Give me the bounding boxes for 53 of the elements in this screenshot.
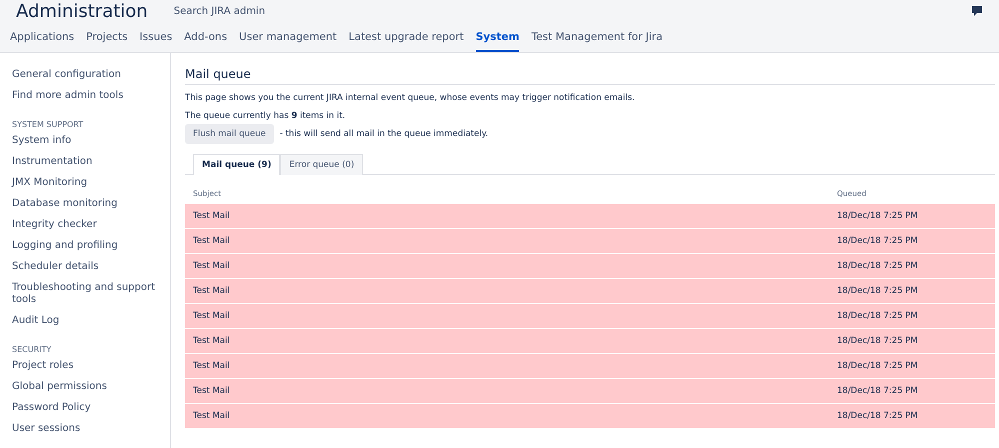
table-cell: Test Mail xyxy=(185,304,829,328)
page-title: Administration xyxy=(16,0,148,22)
nav-tab[interactable]: Projects xyxy=(86,31,128,52)
feedback-icon[interactable] xyxy=(971,5,983,17)
table-cell: Test Mail xyxy=(185,404,829,428)
table-cell: 18/Dec/18 7:25 PM xyxy=(829,204,995,228)
sidebar-link[interactable]: Database monitoring xyxy=(12,198,170,210)
sidebar-link[interactable]: Find more admin tools xyxy=(12,90,170,102)
table-cell: Test Mail xyxy=(185,228,829,254)
queue-tab[interactable]: Error queue (0) xyxy=(280,154,364,175)
nav-tab[interactable]: Issues xyxy=(140,31,172,52)
sidebar-heading: SYSTEM SUPPORT xyxy=(12,120,84,129)
table-cell: Test Mail xyxy=(185,254,829,278)
queue-count-text: The queue currently has 9 items in it. xyxy=(185,111,346,121)
table-cell: 18/Dec/18 7:25 PM xyxy=(829,254,995,278)
table-cell: Test Mail xyxy=(185,328,829,354)
sidebar-link[interactable]: Global permissions xyxy=(12,381,170,393)
sidebar-link[interactable]: System info xyxy=(12,135,170,147)
table-cell: 18/Dec/18 7:25 PM xyxy=(829,354,995,378)
nav-tab[interactable]: Test Management for Jira xyxy=(531,31,663,52)
table-cell: 18/Dec/18 7:25 PM xyxy=(829,328,995,354)
sidebar-heading: SECURITY xyxy=(12,345,52,354)
table-cell: 18/Dec/18 7:25 PM xyxy=(829,304,995,328)
sidebar-link[interactable]: Scheduler details xyxy=(12,261,170,273)
nav-tab[interactable]: Latest upgrade report xyxy=(348,31,464,52)
sidebar-link[interactable]: General configuration xyxy=(12,69,170,81)
nav-tab[interactable]: Applications xyxy=(10,31,74,52)
sidebar-link[interactable]: Instrumentation xyxy=(12,156,170,168)
description-text: This page shows you the current JIRA internal event queue, whose events may trigger notification emails. xyxy=(185,93,636,103)
sidebar-link[interactable]: Troubleshooting and support tools xyxy=(12,282,170,306)
search-field[interactable]: Search JIRA admin xyxy=(172,4,316,18)
table-cell: 18/Dec/18 7:25 PM xyxy=(829,228,995,254)
sidebar-link[interactable]: User sessions xyxy=(12,423,170,435)
sidebar-link[interactable]: Integrity checker xyxy=(12,219,170,231)
sidebar-link[interactable]: Logging and profiling xyxy=(12,240,170,252)
table-cell: 18/Dec/18 7:25 PM xyxy=(829,404,995,428)
queue-tab[interactable]: Mail queue (9) xyxy=(193,154,280,175)
nav-tab[interactable]: Add-ons xyxy=(184,31,228,52)
table-cell: 18/Dec/18 7:25 PM xyxy=(829,278,995,304)
table-cell: 18/Dec/18 7:25 PM xyxy=(829,378,995,404)
section-title: Mail queue xyxy=(185,67,995,85)
table-cell: Test Mail xyxy=(185,378,829,404)
table-cell: Test Mail xyxy=(185,204,829,228)
sidebar-link[interactable]: JMX Monitoring xyxy=(12,177,170,189)
flush-button[interactable]: Flush mail queue xyxy=(185,124,274,144)
flush-note: - this will send all mail in the queue immediately. xyxy=(280,129,488,139)
sidebar-link[interactable]: Password Policy xyxy=(12,402,170,414)
nav-tab[interactable]: System xyxy=(476,31,520,52)
sidebar-link[interactable]: Project roles xyxy=(12,360,170,372)
sidebar-link[interactable]: Audit Log xyxy=(12,315,170,327)
table-cell: Test Mail xyxy=(185,354,829,378)
table-cell: Test Mail xyxy=(185,278,829,304)
nav-tab[interactable]: User management xyxy=(239,31,337,52)
